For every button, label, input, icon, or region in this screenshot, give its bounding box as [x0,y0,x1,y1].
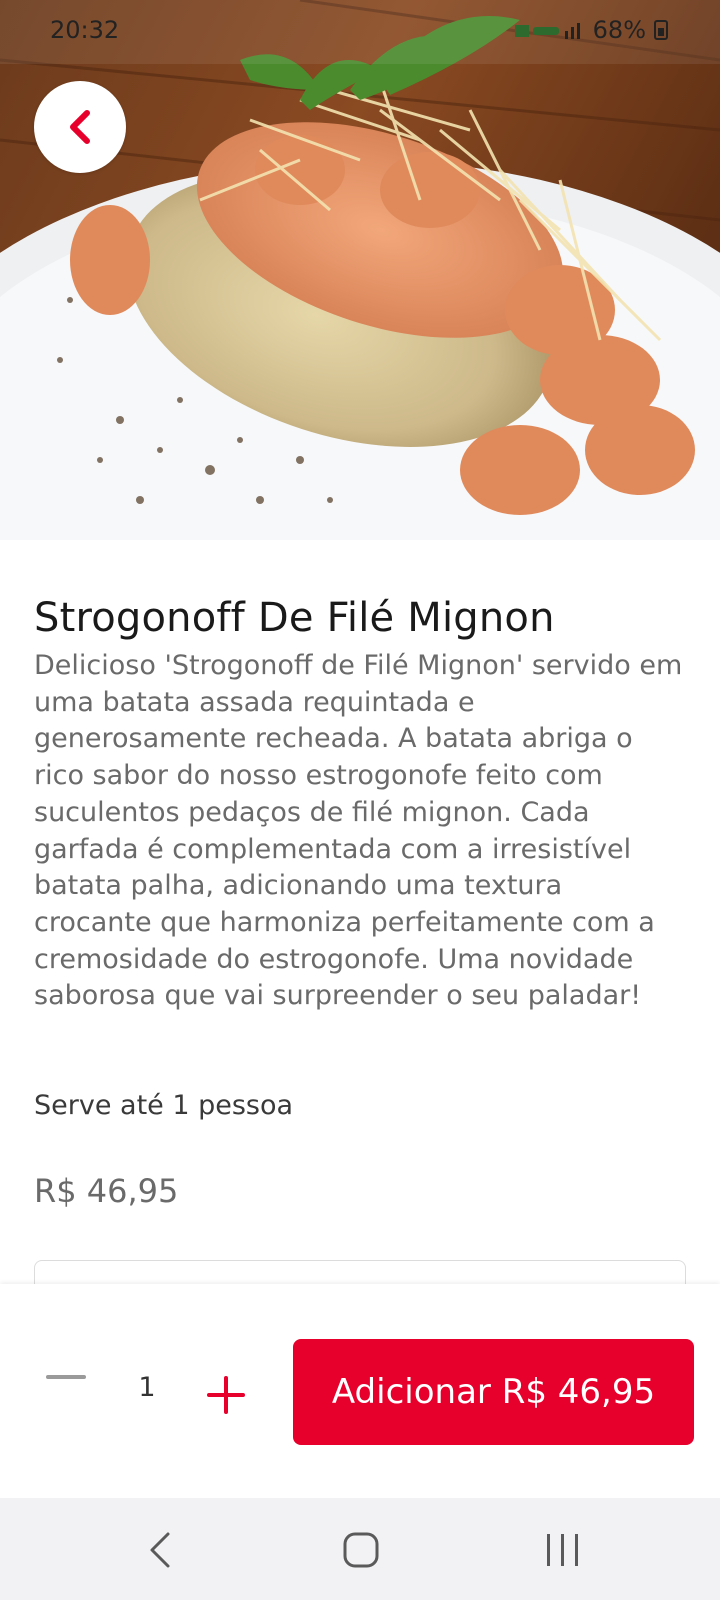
system-nav-bar [0,1498,720,1600]
nav-home-button[interactable] [331,1520,391,1580]
plus-icon [207,1376,245,1414]
nav-back-button[interactable] [130,1520,190,1580]
status-bar: 20:32 68% [0,0,720,64]
status-indicators: 68% [514,16,668,44]
status-time: 20:32 [50,16,120,44]
battery-percent: 68% [592,16,646,44]
product-image [0,0,720,540]
back-button[interactable] [34,81,126,173]
signal-icon [514,19,585,41]
quantity-value: 1 [138,1372,156,1403]
serving-info: Serve até 1 pessoa [34,1090,294,1121]
food-photo-icon [0,0,720,540]
nav-back-icon [150,1532,170,1568]
decrease-quantity-button[interactable] [44,1355,88,1399]
home-icon [343,1532,379,1568]
chevron-left-icon [70,110,90,144]
increase-quantity-button[interactable] [204,1373,248,1417]
add-to-cart-button[interactable]: Adicionar R$ 46,95 [293,1339,694,1445]
product-description: Delicioso 'Strogonoff de Filé Mignon' se… [34,650,683,1012]
minus-icon [46,1375,86,1379]
battery-icon [654,20,668,40]
nav-recents-button[interactable] [533,1520,593,1580]
product-title: Strogonoff De Filé Mignon [34,595,555,641]
recents-icon [547,1534,578,1566]
product-price: R$ 46,95 [34,1172,179,1210]
